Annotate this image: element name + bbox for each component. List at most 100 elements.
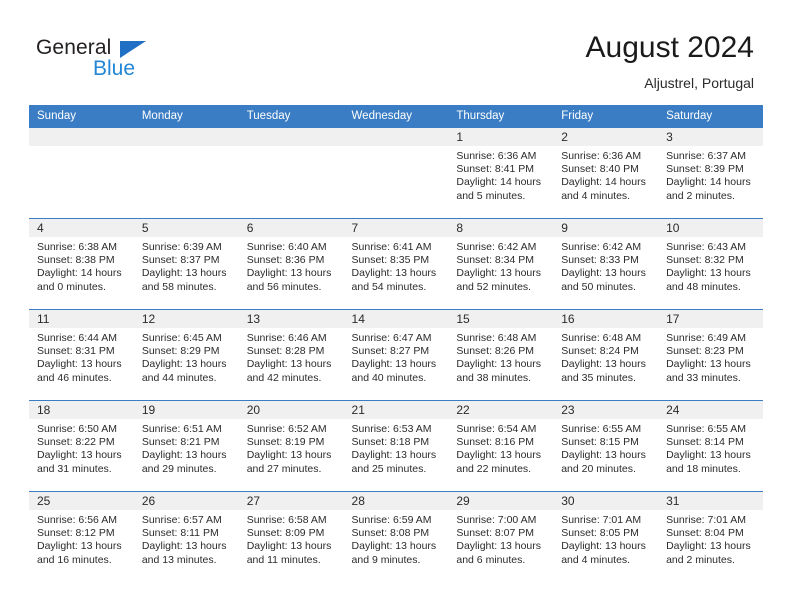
sunset-time: Sunset: 8:41 PM xyxy=(456,163,535,176)
sunset-time: Sunset: 8:22 PM xyxy=(37,436,115,449)
general-blue-logo[interactable]: General Blue xyxy=(36,36,216,88)
daylight-duration-line1: Daylight: 13 hours xyxy=(246,358,332,371)
day-details: Sunrise: 6:42 AM Sunset: 8:33 PM Daylight:… xyxy=(553,237,658,294)
calendar-day-cell[interactable]: 27 Sunrise: 6:58 AM Sunset: 8:09 PM Dayligh… xyxy=(238,491,344,582)
calendar-week-row: 11 Sunrise: 6:44 AM Sunset: 8:31 PM Dayligh… xyxy=(29,309,763,401)
day-details: Sunrise: 6:40 AM Sunset: 8:36 PM Daylight:… xyxy=(239,237,344,294)
daylight-duration-line1: Daylight: 13 hours xyxy=(351,540,437,553)
calendar-day-cell[interactable]: 25 Sunrise: 6:56 AM Sunset: 8:12 PM Dayligh… xyxy=(29,491,134,582)
daylight-duration-line2: and 5 minutes. xyxy=(456,189,526,202)
daylight-duration-line2: and 11 minutes. xyxy=(246,553,321,566)
calendar-day-cell[interactable]: 18 Sunrise: 6:50 AM Sunset: 8:22 PM Dayligh… xyxy=(29,400,134,492)
weekday-header-friday: Friday xyxy=(553,105,659,128)
daylight-duration-line1: Daylight: 13 hours xyxy=(246,540,332,553)
weekday-header-monday: Monday xyxy=(133,105,239,128)
page-subtitle-location: Aljustrel, Portugal xyxy=(644,75,754,91)
daylight-duration-line2: and 48 minutes. xyxy=(666,280,741,293)
sunrise-time: Sunrise: 6:51 AM xyxy=(141,423,222,435)
day-details: Sunrise: 6:51 AM Sunset: 8:21 PM Daylight:… xyxy=(134,419,239,476)
day-details: Sunrise: 6:37 AM Sunset: 8:39 PM Daylight:… xyxy=(658,146,763,203)
sunset-time: Sunset: 8:24 PM xyxy=(561,345,639,358)
day-details: Sunrise: 6:42 AM Sunset: 8:34 PM Daylight:… xyxy=(448,237,553,294)
daylight-duration-line2: and 22 minutes. xyxy=(456,462,532,475)
calendar-day-cell[interactable]: 22 Sunrise: 6:54 AM Sunset: 8:16 PM Dayligh… xyxy=(448,400,554,492)
sunrise-time: Sunrise: 7:01 AM xyxy=(666,514,747,526)
day-number: 28 xyxy=(343,492,449,510)
day-number: 9 xyxy=(553,219,659,237)
calendar-day-cell[interactable]: 12 Sunrise: 6:45 AM Sunset: 8:29 PM Dayligh… xyxy=(133,309,239,401)
daylight-duration-line1: Daylight: 13 hours xyxy=(141,267,227,280)
day-details: Sunrise: 6:48 AM Sunset: 8:26 PM Daylight:… xyxy=(448,328,553,385)
daylight-duration-line1: Daylight: 13 hours xyxy=(351,449,437,462)
weekday-header-thursday: Thursday xyxy=(448,105,554,128)
sunrise-time: Sunrise: 6:49 AM xyxy=(666,332,747,344)
calendar-day-cell[interactable]: 26 Sunrise: 6:57 AM Sunset: 8:11 PM Dayligh… xyxy=(133,491,239,582)
calendar-body: 1 Sunrise: 6:36 AM Sunset: 8:41 PM Daylight… xyxy=(29,127,763,582)
calendar-day-cell[interactable]: 23 Sunrise: 6:55 AM Sunset: 8:15 PM Dayligh… xyxy=(553,400,659,492)
calendar-day-cell[interactable]: 5 Sunrise: 6:39 AM Sunset: 8:37 PM Daylight… xyxy=(133,218,239,310)
day-number xyxy=(238,128,344,146)
calendar-day-cell[interactable]: 3 Sunrise: 6:37 AM Sunset: 8:39 PM Daylight… xyxy=(658,127,763,219)
day-details: Sunrise: 6:55 AM Sunset: 8:14 PM Daylight:… xyxy=(658,419,763,476)
calendar-day-cell[interactable]: 13 Sunrise: 6:46 AM Sunset: 8:28 PM Dayligh… xyxy=(238,309,344,401)
calendar-day-cell[interactable]: 6 Sunrise: 6:40 AM Sunset: 8:36 PM Daylight… xyxy=(238,218,344,310)
sunset-time: Sunset: 8:18 PM xyxy=(351,436,430,449)
sunrise-time: Sunrise: 6:42 AM xyxy=(456,241,537,253)
day-details: Sunrise: 6:36 AM Sunset: 8:40 PM Daylight:… xyxy=(553,146,658,203)
calendar-day-cell[interactable]: 30 Sunrise: 7:01 AM Sunset: 8:05 PM Dayligh… xyxy=(553,491,659,582)
weekday-header-wednesday: Wednesday xyxy=(343,105,449,128)
calendar-day-cell[interactable]: 20 Sunrise: 6:52 AM Sunset: 8:19 PM Dayligh… xyxy=(238,400,344,492)
day-number: 22 xyxy=(448,401,554,419)
day-details: Sunrise: 6:55 AM Sunset: 8:15 PM Daylight:… xyxy=(553,419,658,476)
sunset-time: Sunset: 8:14 PM xyxy=(666,436,744,449)
calendar-day-cell[interactable]: 21 Sunrise: 6:53 AM Sunset: 8:18 PM Dayligh… xyxy=(343,400,449,492)
daylight-duration-line1: Daylight: 14 hours xyxy=(561,176,646,189)
calendar-day-cell[interactable]: 10 Sunrise: 6:43 AM Sunset: 8:32 PM Dayligh… xyxy=(658,218,763,310)
calendar-day-cell[interactable]: 14 Sunrise: 6:47 AM Sunset: 8:27 PM Dayligh… xyxy=(343,309,449,401)
calendar-day-cell[interactable]: 24 Sunrise: 6:55 AM Sunset: 8:14 PM Dayligh… xyxy=(658,400,763,492)
calendar-day-cell[interactable]: 29 Sunrise: 7:00 AM Sunset: 8:07 PM Dayligh… xyxy=(448,491,554,582)
daylight-duration-line2: and 4 minutes. xyxy=(561,553,631,566)
calendar-day-cell[interactable]: 28 Sunrise: 6:59 AM Sunset: 8:08 PM Dayligh… xyxy=(343,491,449,582)
day-details: Sunrise: 6:57 AM Sunset: 8:11 PM Daylight:… xyxy=(134,510,239,567)
day-details: Sunrise: 6:46 AM Sunset: 8:28 PM Daylight:… xyxy=(239,328,344,385)
day-details: Sunrise: 7:00 AM Sunset: 8:07 PM Daylight:… xyxy=(448,510,553,567)
sunrise-time: Sunrise: 6:54 AM xyxy=(456,423,537,435)
logo-text-blue: Blue xyxy=(93,57,136,80)
calendar-day-cell[interactable]: 11 Sunrise: 6:44 AM Sunset: 8:31 PM Dayligh… xyxy=(29,309,134,401)
calendar-day-cell[interactable]: 17 Sunrise: 6:49 AM Sunset: 8:23 PM Dayligh… xyxy=(658,309,763,401)
daylight-duration-line2: and 0 minutes. xyxy=(37,280,106,293)
calendar-day-cell[interactable]: 8 Sunrise: 6:42 AM Sunset: 8:34 PM Daylight… xyxy=(448,218,554,310)
day-number: 10 xyxy=(658,219,763,237)
calendar-week-row: 25 Sunrise: 6:56 AM Sunset: 8:12 PM Dayligh… xyxy=(29,491,763,582)
weekday-header-sunday: Sunday xyxy=(29,105,134,128)
day-details: Sunrise: 6:36 AM Sunset: 8:41 PM Daylight:… xyxy=(448,146,553,203)
calendar-day-cell[interactable]: 2 Sunrise: 6:36 AM Sunset: 8:40 PM Daylight… xyxy=(553,127,659,219)
daylight-duration-line1: Daylight: 14 hours xyxy=(37,267,122,280)
sunrise-time: Sunrise: 6:55 AM xyxy=(666,423,747,435)
day-number: 18 xyxy=(29,401,134,419)
daylight-duration-line1: Daylight: 13 hours xyxy=(351,358,437,371)
calendar-day-cell[interactable]: 19 Sunrise: 6:51 AM Sunset: 8:21 PM Dayligh… xyxy=(133,400,239,492)
calendar-day-cell[interactable]: 16 Sunrise: 6:48 AM Sunset: 8:24 PM Dayligh… xyxy=(553,309,659,401)
day-number: 19 xyxy=(133,401,239,419)
logo-triangle-icon xyxy=(120,41,146,58)
day-details: Sunrise: 6:56 AM Sunset: 8:12 PM Daylight:… xyxy=(29,510,134,567)
calendar-day-cell[interactable]: 4 Sunrise: 6:38 AM Sunset: 8:38 PM Daylight… xyxy=(29,218,134,310)
sunrise-time: Sunrise: 6:36 AM xyxy=(456,150,537,162)
daylight-duration-line1: Daylight: 13 hours xyxy=(246,267,332,280)
daylight-duration-line1: Daylight: 13 hours xyxy=(456,358,542,371)
calendar-day-cell[interactable]: 31 Sunrise: 7:01 AM Sunset: 8:04 PM Dayligh… xyxy=(658,491,763,582)
day-number: 7 xyxy=(343,219,449,237)
daylight-duration-line1: Daylight: 13 hours xyxy=(666,540,751,553)
sunrise-time: Sunrise: 6:50 AM xyxy=(37,423,117,435)
calendar-day-cell[interactable]: 1 Sunrise: 6:36 AM Sunset: 8:41 PM Daylight… xyxy=(448,127,554,219)
calendar-day-cell[interactable]: 15 Sunrise: 6:48 AM Sunset: 8:26 PM Dayligh… xyxy=(448,309,554,401)
daylight-duration-line1: Daylight: 14 hours xyxy=(666,176,751,189)
calendar-day-cell[interactable]: 9 Sunrise: 6:42 AM Sunset: 8:33 PM Daylight… xyxy=(553,218,659,310)
day-number: 1 xyxy=(448,128,554,146)
day-number: 4 xyxy=(29,219,134,237)
daylight-duration-line1: Daylight: 13 hours xyxy=(561,267,646,280)
calendar-day-cell[interactable]: 7 Sunrise: 6:41 AM Sunset: 8:35 PM Daylight… xyxy=(343,218,449,310)
calendar-week-row: 4 Sunrise: 6:38 AM Sunset: 8:38 PM Daylight… xyxy=(29,218,763,310)
